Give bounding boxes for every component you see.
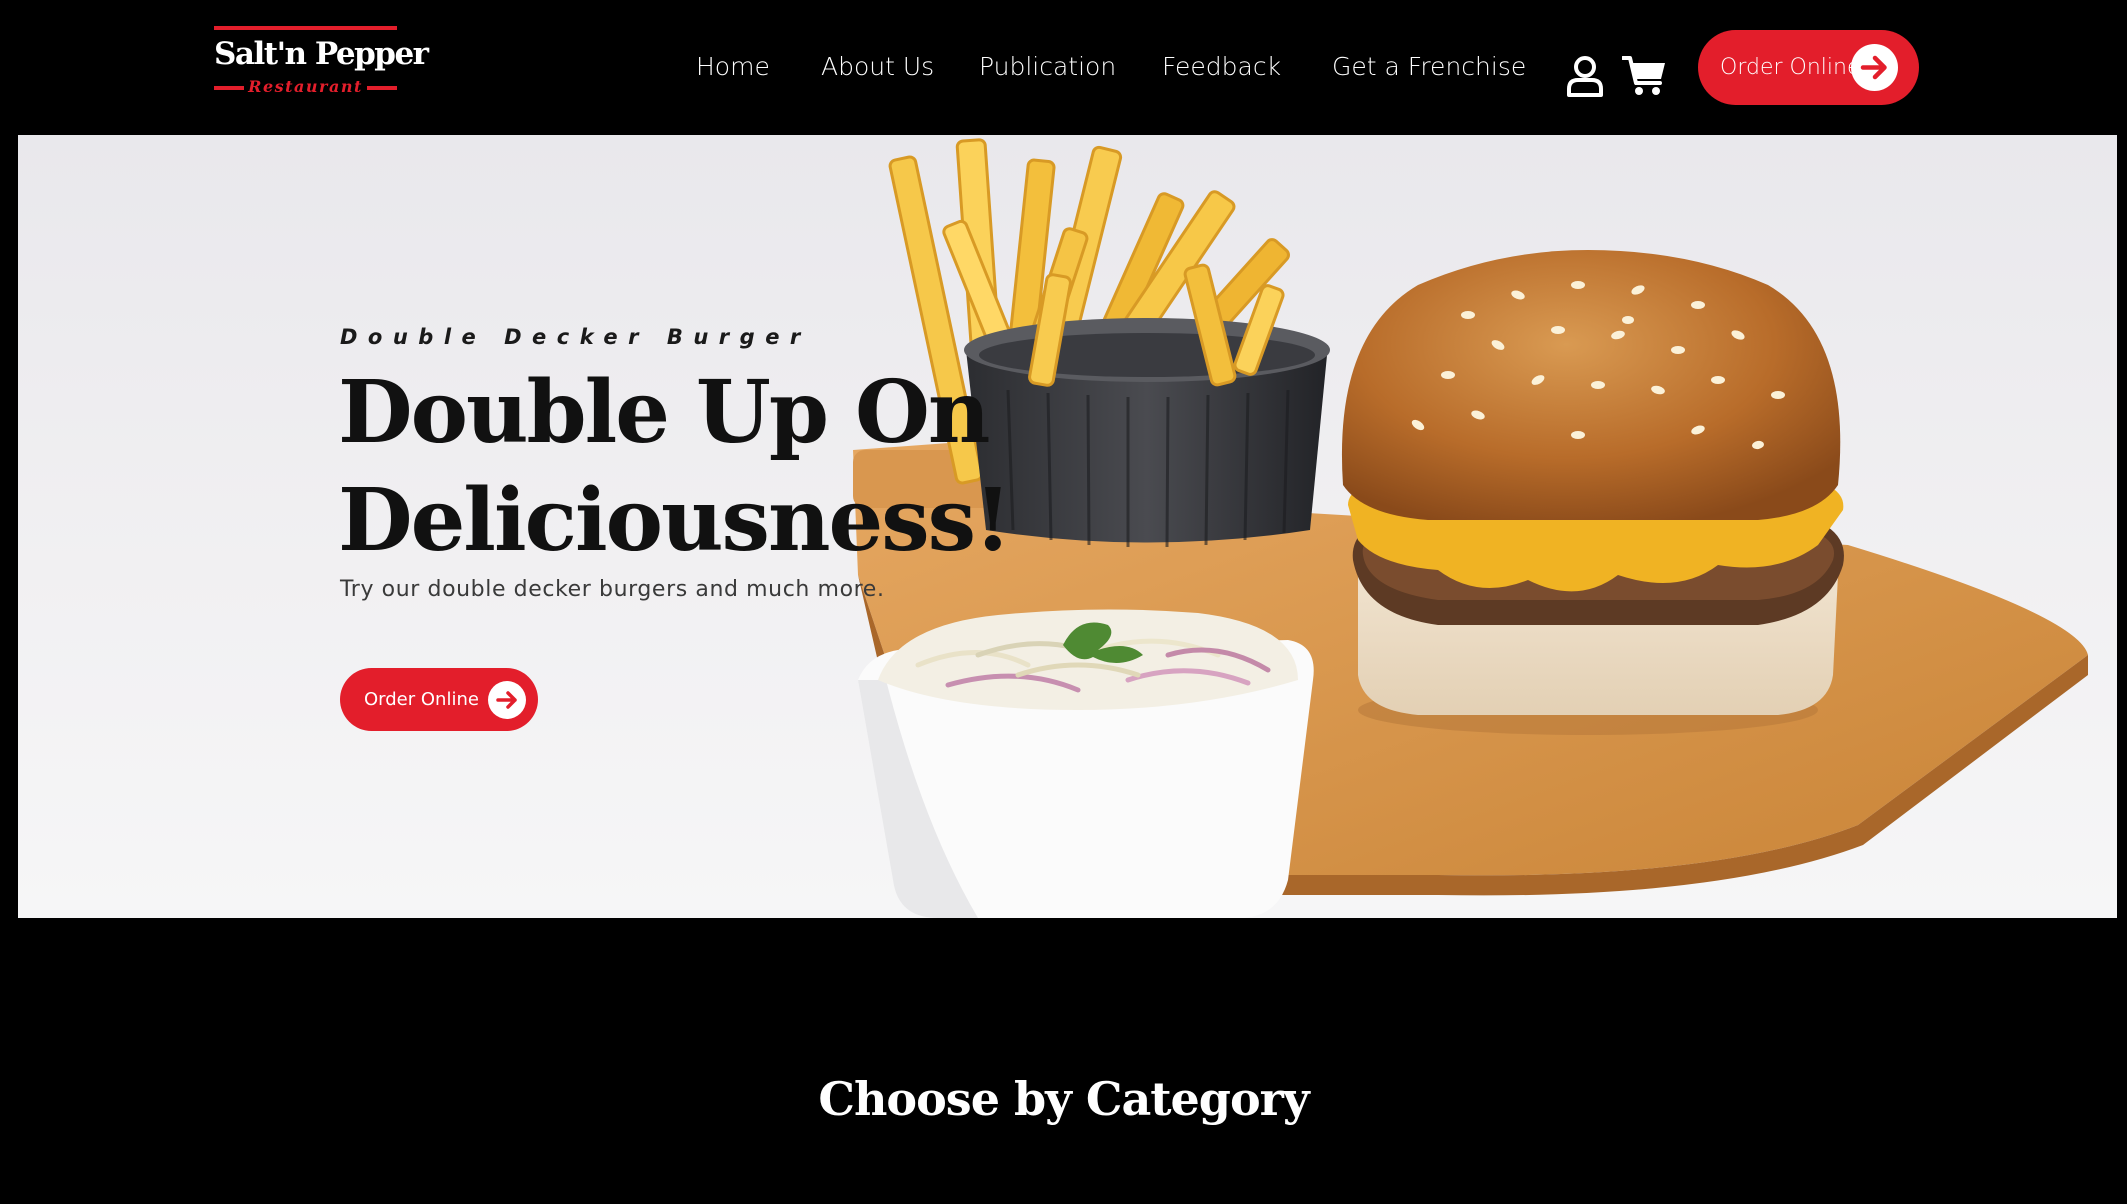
hero-headline: Double Up On Deliciousness! [338, 359, 1038, 575]
hero-eyebrow: Double Decker Burger [340, 325, 811, 349]
hero-headline-line-1: Double Up On [338, 362, 990, 463]
nav-about-us[interactable]: About Us [821, 47, 934, 87]
order-online-label: Order Online [1720, 55, 1861, 80]
nav-publication[interactable]: Publication [979, 47, 1116, 87]
hero-headline-line-2: Deliciousness! [338, 470, 1012, 571]
cart-icon[interactable] [1621, 55, 1666, 97]
hero-tagline: Try our double decker burgers and much m… [340, 577, 885, 602]
hero-banner: Double Decker Burger Double Up On Delici… [18, 135, 2117, 918]
nav-feedback[interactable]: Feedback [1162, 47, 1281, 87]
burger-fries-coleslaw-image [853, 138, 2088, 918]
order-online-button-hero[interactable]: Order Online [340, 668, 538, 731]
arrow-right-icon [488, 681, 526, 719]
section-title-choose-by-category: Choose by Category [818, 1072, 1309, 1126]
order-online-label: Order Online [364, 689, 479, 710]
nav-home[interactable]: Home [696, 47, 770, 87]
user-icon[interactable] [1566, 55, 1604, 97]
arrow-right-icon [1851, 44, 1898, 91]
nav-get-a-franchise[interactable]: Get a Frenchise [1332, 47, 1526, 87]
logo-bar-top [214, 26, 397, 30]
order-online-button-header[interactable]: Order Online [1698, 30, 1919, 105]
